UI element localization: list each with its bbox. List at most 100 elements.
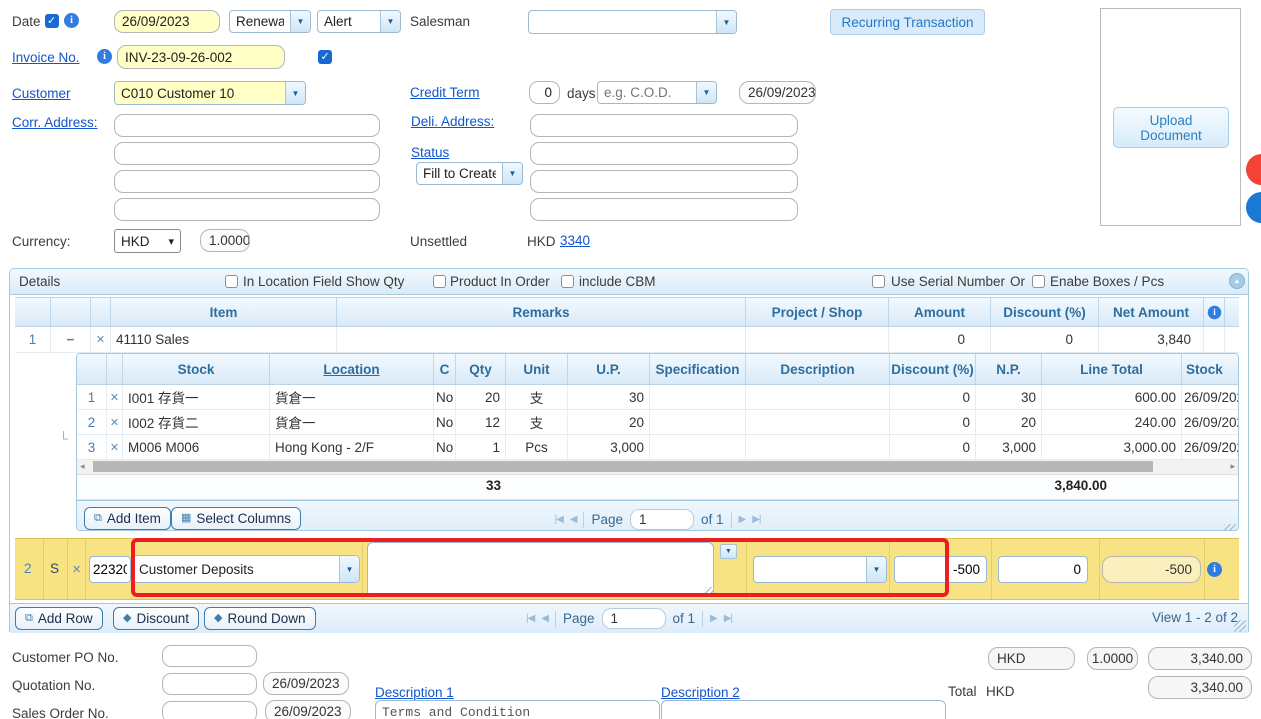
upload-document-button[interactable]: Upload Document <box>1113 107 1229 148</box>
account-name-input[interactable] <box>133 556 339 582</box>
renewal-combo[interactable] <box>229 10 311 33</box>
product-in-order-checkbox[interactable] <box>433 275 446 288</box>
sub-discount-cell[interactable]: 0 <box>890 385 976 409</box>
prev-page-icon[interactable]: ◀ <box>570 514 577 525</box>
description2-label[interactable]: Description 2 <box>661 685 740 700</box>
scroll-right-icon[interactable]: ▸ <box>1230 461 1235 472</box>
description1-textarea[interactable]: Terms and Condition <box>375 700 660 719</box>
round-down-button[interactable]: ◆Round Down <box>204 607 316 630</box>
credit-days-input[interactable] <box>529 81 560 104</box>
add-row-button[interactable]: ⧉Add Row <box>15 607 103 630</box>
enable-boxes-checkbox[interactable] <box>1032 275 1045 288</box>
chevron-down-icon[interactable] <box>285 82 305 104</box>
desc-cell[interactable] <box>746 410 890 434</box>
location-cell[interactable]: 貨倉一 <box>270 410 434 434</box>
info-icon[interactable] <box>1207 305 1221 319</box>
textarea-resize-grip[interactable] <box>705 587 713 595</box>
next-page-icon[interactable]: ▶ <box>710 613 717 624</box>
deli-address-line1[interactable] <box>530 114 798 137</box>
page-input[interactable] <box>630 509 694 530</box>
collapse-row-icon[interactable] <box>51 327 91 352</box>
project-cell[interactable] <box>746 327 889 352</box>
item-cell[interactable]: 41110 Sales <box>111 327 337 352</box>
scrollbar-thumb[interactable] <box>93 461 1153 472</box>
location-cell[interactable]: 貨倉一 <box>270 385 434 409</box>
add-item-button[interactable]: ⧉Add Item <box>84 507 171 530</box>
status-label[interactable]: Status <box>411 145 449 160</box>
account-code-input[interactable] <box>89 556 131 583</box>
unit-cell[interactable]: 支 <box>506 410 568 434</box>
up-cell[interactable]: 3,000 <box>568 435 650 459</box>
desc-cell[interactable] <box>746 385 890 409</box>
salesman-input[interactable] <box>529 11 716 33</box>
subgrid-flag[interactable]: S <box>50 561 59 576</box>
sub-discount-cell[interactable]: 0 <box>890 435 976 459</box>
up-cell[interactable]: 20 <box>568 410 650 434</box>
sub-delete-row-icon[interactable] <box>107 435 123 459</box>
account-combo[interactable] <box>132 555 360 583</box>
up-cell[interactable]: 30 <box>568 385 650 409</box>
date-input[interactable] <box>114 10 220 33</box>
stock-cell[interactable]: I001 存貨一 <box>123 385 270 409</box>
remarks-cell[interactable] <box>337 327 746 352</box>
unit-cell[interactable]: Pcs <box>506 435 568 459</box>
chevron-down-icon[interactable] <box>339 556 359 582</box>
select-columns-button[interactable]: ▦Select Columns <box>171 507 301 530</box>
customer-input[interactable] <box>115 82 285 104</box>
sub-discount-cell[interactable]: 0 <box>890 410 976 434</box>
unsettled-amount-link[interactable]: 3340 <box>560 233 590 248</box>
invoice-checkbox[interactable] <box>318 50 332 64</box>
corr-address-label[interactable]: Corr. Address: <box>12 115 98 130</box>
description1-label[interactable]: Description 1 <box>375 685 454 700</box>
spec-cell[interactable] <box>650 385 746 409</box>
spec-cell[interactable] <box>650 435 746 459</box>
collapse-panel-icon[interactable] <box>1229 273 1245 289</box>
resize-grip[interactable] <box>1234 620 1246 632</box>
np-cell[interactable]: 20 <box>976 410 1042 434</box>
prev-page-icon[interactable]: ◀ <box>541 613 548 624</box>
invoice-info-icon[interactable] <box>97 49 112 64</box>
description2-textarea[interactable] <box>661 700 946 719</box>
currency-select[interactable]: HKD <box>114 229 181 253</box>
stock-cell[interactable]: I002 存貨二 <box>123 410 270 434</box>
deli-address-line3[interactable] <box>530 170 798 193</box>
discount-button[interactable]: ◆Discount <box>113 607 199 630</box>
floating-red-action-button[interactable] <box>1246 154 1261 185</box>
next-page-icon[interactable]: ▶ <box>739 514 746 525</box>
corr-address-line2[interactable] <box>114 142 380 165</box>
row-info-icon[interactable] <box>1207 562 1222 577</box>
discount-cell[interactable]: 0 <box>991 327 1099 352</box>
sub-delete-row-icon[interactable] <box>107 385 123 409</box>
invoice-no-input[interactable] <box>117 45 285 69</box>
first-page-icon[interactable]: |◀ <box>526 613 534 624</box>
show-qty-checkbox[interactable] <box>225 275 238 288</box>
salesman-combo[interactable] <box>528 10 737 34</box>
include-cbm-checkbox[interactable] <box>561 275 574 288</box>
invoice-no-label[interactable]: Invoice No. <box>12 50 80 65</box>
remarks-textarea[interactable] <box>367 542 714 597</box>
status-combo[interactable] <box>416 162 523 185</box>
spec-cell[interactable] <box>650 410 746 434</box>
np-cell[interactable]: 3,000 <box>976 435 1042 459</box>
table-row-customer-deposit[interactable]: 2 S ▼ -500 <box>15 538 1239 600</box>
delete-row-icon[interactable] <box>72 563 81 576</box>
table-row-sales[interactable]: 1 41110 Sales 0 0 3,840 <box>15 327 1239 353</box>
chevron-down-icon[interactable] <box>716 11 736 33</box>
chevron-down-icon[interactable] <box>866 557 886 582</box>
use-serial-checkbox[interactable] <box>872 275 885 288</box>
np-cell[interactable]: 30 <box>976 385 1042 409</box>
qty-cell[interactable]: 1 <box>456 435 506 459</box>
last-page-icon[interactable]: ▶| <box>724 613 732 624</box>
horizontal-scrollbar[interactable]: ◂ ▸ <box>77 460 1238 475</box>
stock-row[interactable]: 3 M006 M006 Hong Kong - 2/F No 1 Pcs 3,0… <box>77 435 1238 460</box>
discount-input[interactable] <box>998 556 1088 583</box>
alert-input[interactable] <box>318 11 380 32</box>
c-cell[interactable]: No <box>434 410 456 434</box>
date-checkbox[interactable] <box>45 14 59 28</box>
credit-type-input[interactable] <box>598 82 696 103</box>
desc-cell[interactable] <box>746 435 890 459</box>
renewal-input[interactable] <box>230 11 290 32</box>
location-column-header[interactable]: Location <box>270 354 434 384</box>
corr-address-line3[interactable] <box>114 170 380 193</box>
resize-grip[interactable] <box>1224 524 1236 531</box>
